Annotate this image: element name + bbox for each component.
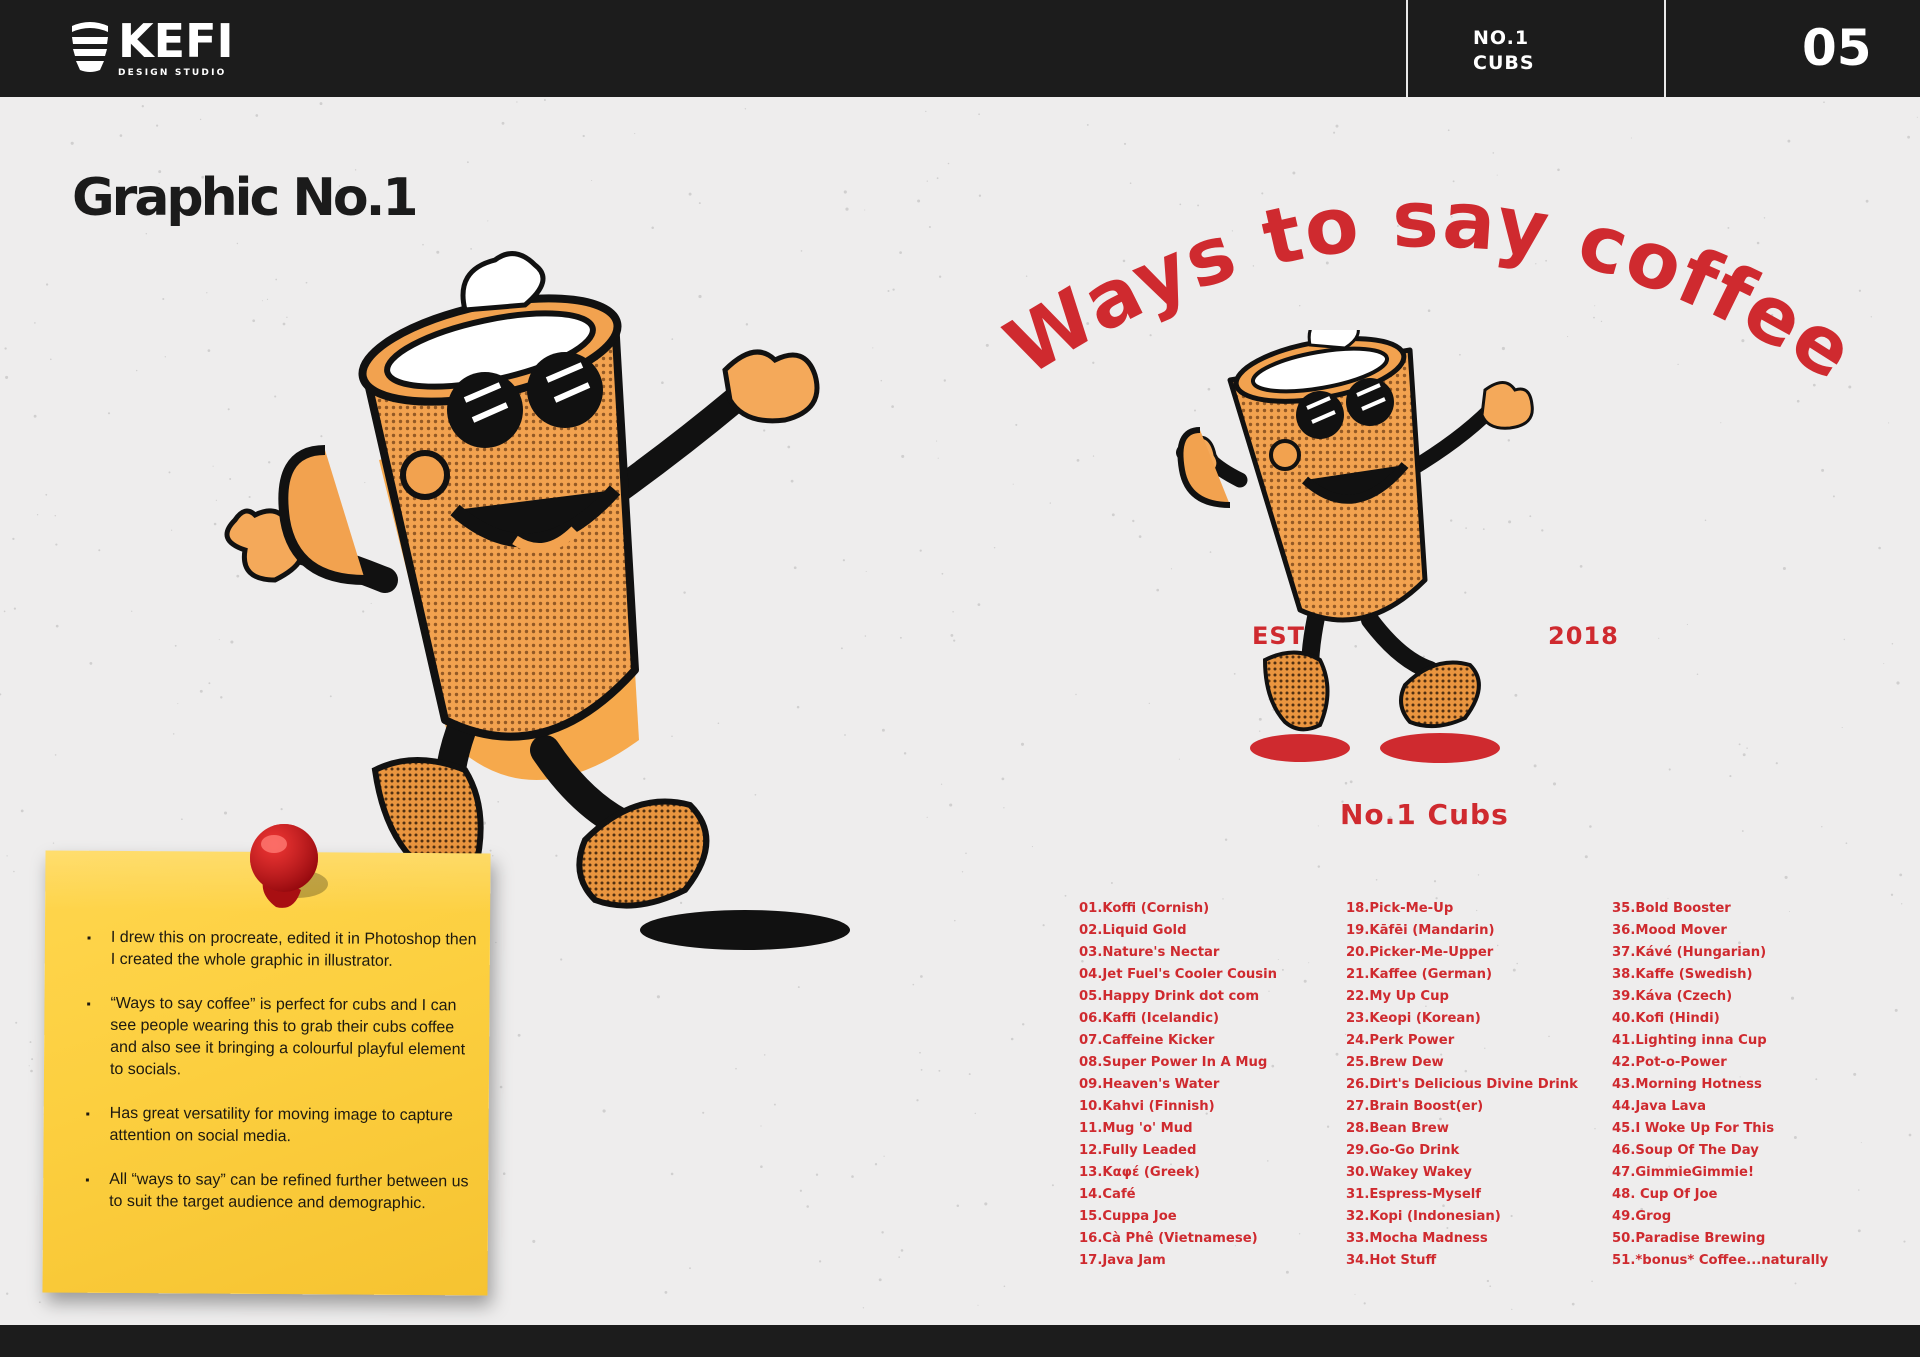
list-item: 36.Mood Mover [1612, 923, 1727, 938]
bullet-icon: ▪ [85, 1172, 90, 1187]
list-item: 41.Lighting inna Cup [1612, 1033, 1767, 1048]
list-item: 11.Mug 'o' Mud [1079, 1121, 1193, 1136]
note-point: ▪ Has great versatility for moving image … [85, 1103, 475, 1150]
logo-wordmark: KEFI [118, 14, 234, 68]
list-item: 37.Kávé (Hungarian) [1612, 945, 1767, 960]
list-item: 22.My Up Cup [1346, 989, 1449, 1004]
page-number: 05 [1802, 19, 1872, 77]
list-item: 13.Καφέ (Greek) [1079, 1165, 1200, 1180]
list-item: 50.Paradise Brewing [1612, 1231, 1766, 1246]
logo-subtitle: DESIGN STUDIO [118, 68, 227, 78]
list-item: 08.Super Power In A Mug [1079, 1055, 1268, 1070]
names-column-2: 18.Pick-Me-Up 19.Kāfēi (Mandarin) 20.Pic… [1346, 898, 1578, 1272]
list-item: 20.Picker-Me-Upper [1346, 945, 1494, 960]
list-item: 32.Kopi (Indonesian) [1346, 1209, 1501, 1224]
list-item: 12.Fully Leaded [1079, 1143, 1197, 1158]
list-item: 51.*bonus* Coffee...naturally [1612, 1253, 1829, 1268]
studio-logo[interactable]: KEFI DESIGN STUDIO [68, 14, 248, 80]
note-point-text: “Ways to say coffee” is perfect for cubs… [109, 994, 466, 1079]
note-point: ▪ I drew this on procreate, edited it in … [87, 927, 477, 974]
names-column-3: 35.Bold Booster 36.Mood Mover 37.Kávé (H… [1612, 898, 1828, 1272]
list-item: 26.Dirt's Delicious Divine Drink [1346, 1077, 1578, 1092]
page-title: Graphic No.1 [72, 168, 419, 228]
year-label: 2018 [1548, 622, 1619, 650]
list-item: 23.Keopi (Korean) [1346, 1011, 1481, 1026]
bullet-icon: ▪ [85, 1106, 91, 1121]
list-item: 39.Káva (Czech) [1612, 989, 1733, 1004]
bullet-icon: ▪ [86, 930, 92, 945]
list-item: 28.Bean Brew [1346, 1121, 1449, 1136]
note-point: ▪ All “ways to say” can be refined furthe… [85, 1169, 475, 1216]
list-item: 45.I Woke Up For This [1612, 1121, 1775, 1136]
list-item: 17.Java Jam [1079, 1253, 1166, 1268]
header-divider [1664, 0, 1666, 97]
header-bar: KEFI DESIGN STUDIO NO.1 CUBS 05 [0, 0, 1920, 97]
list-item: 34.Hot Stuff [1346, 1253, 1437, 1268]
list-item: 27.Brain Boost(er) [1346, 1099, 1484, 1114]
list-item: 46.Soup Of The Day [1612, 1143, 1759, 1158]
striped-cup-logo-icon [72, 22, 108, 72]
note-point-text: All “ways to say” can be refined further… [109, 1170, 469, 1213]
list-item: 49.Grog [1612, 1209, 1672, 1224]
list-item: 43.Morning Hotness [1612, 1077, 1762, 1092]
names-column-1: 01.Koffi (Cornish) 02.Liquid Gold 03.Nat… [1079, 898, 1277, 1272]
list-item: 06.Kaffi (Icelandic) [1079, 1011, 1220, 1026]
list-item: 47.GimmieGimmie! [1612, 1165, 1754, 1180]
list-item: 01.Koffi (Cornish) [1079, 901, 1210, 916]
list-item: 07.Caffeine Kicker [1079, 1033, 1215, 1048]
list-item: 03.Nature's Nectar [1079, 945, 1220, 960]
list-item: 14.Café [1079, 1187, 1136, 1202]
list-item: 09.Heaven's Water [1079, 1077, 1220, 1092]
list-item: 30.Wakey Wakey [1346, 1165, 1472, 1180]
list-item: 24.Perk Power [1346, 1033, 1455, 1048]
bullet-icon: ▪ [86, 996, 91, 1011]
header-divider [1406, 0, 1408, 97]
footer-bar [0, 1325, 1920, 1357]
note-point: ▪ “Ways to say coffee” is perfect for cub… [86, 993, 477, 1084]
list-item: 16.Cà Phê (Vietnamese) [1079, 1231, 1258, 1246]
list-item: 35.Bold Booster [1612, 901, 1731, 916]
section-line-1: NO.1 [1473, 27, 1530, 49]
list-item: 02.Liquid Gold [1079, 923, 1187, 938]
list-item: 05.Happy Drink dot com [1079, 989, 1260, 1004]
list-item: 15.Cuppa Joe [1079, 1209, 1177, 1224]
list-item: 42.Pot-o-Power [1612, 1055, 1727, 1070]
list-item: 25.Brew Dew [1346, 1055, 1444, 1070]
list-item: 21.Kaffee (German) [1346, 967, 1492, 982]
note-point-text: I drew this on procreate, edited it in P… [110, 928, 477, 970]
list-item: 33.Mocha Madness [1346, 1231, 1488, 1246]
list-item: 29.Go-Go Drink [1346, 1143, 1460, 1158]
list-item: 44.Java Lava [1612, 1099, 1707, 1114]
list-item: 40.Kofi (Hindi) [1612, 1011, 1720, 1026]
section-line-2: CUBS [1473, 52, 1535, 74]
list-item: 18.Pick-Me-Up [1346, 901, 1454, 916]
note-point-text: Has great versatility for moving image t… [109, 1104, 454, 1146]
list-item: 31.Espress-Myself [1346, 1187, 1482, 1202]
coffee-cup-mascot-small [1176, 330, 1534, 763]
list-item: 48. Cup Of Joe [1612, 1187, 1718, 1202]
list-item: 04.Jet Fuel's Cooler Cousin [1079, 967, 1278, 982]
est-label: EST [1252, 622, 1306, 650]
list-item: 19.Kāfēi (Mandarin) [1346, 923, 1495, 938]
brand-name: No.1 Cubs [1340, 798, 1509, 831]
note-bullet-list: ▪ I drew this on procreate, edited it in … [85, 927, 477, 1238]
red-push-pin-icon [250, 824, 328, 908]
list-item: 10.Kahvi (Finnish) [1079, 1099, 1215, 1114]
section-label: NO.1 CUBS [1473, 26, 1535, 76]
list-item: 38.Kaffe (Swedish) [1612, 967, 1753, 982]
